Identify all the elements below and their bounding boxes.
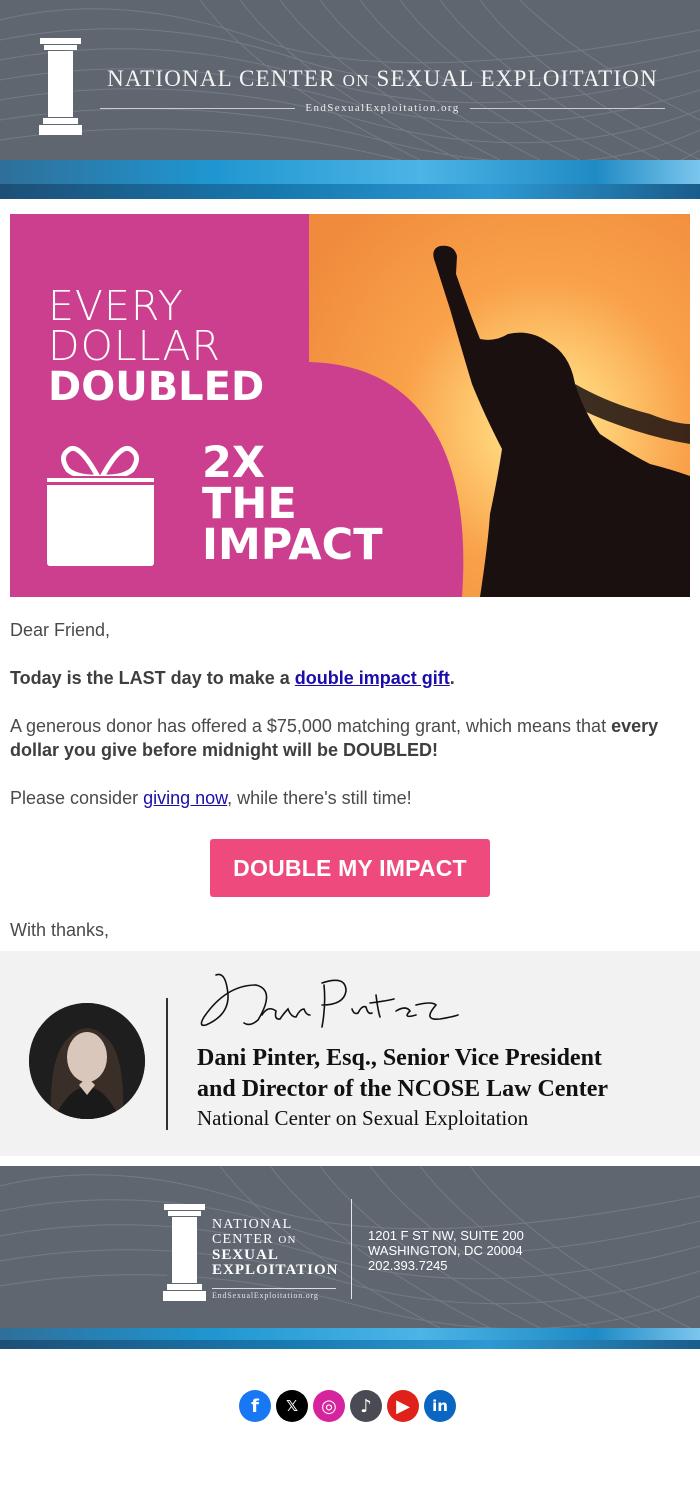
org-title: NATIONAL CENTER ON SEXUAL EXPLOITATION [100,66,665,92]
signatory-title: Dani Pinter, Esq., Senior Vice President… [197,1043,697,1105]
divider [166,998,168,1130]
email-header: NATIONAL CENTER ON SEXUAL EXPLOITATION E… [0,0,700,199]
signatory-organization: National Center on Sexual Exploitation [197,1106,529,1130]
greeting: Dear Friend, [10,620,111,640]
address-line1: 1201 F ST NW, SUITE 200 [368,1228,524,1243]
x-icon[interactable]: 𝕏 [276,1390,308,1422]
divider [469,107,666,109]
footer-org-line1: NATIONAL [212,1217,293,1232]
footer-org-line2: CENTER [212,1232,274,1247]
org-name-part1: NATIONAL CENTER [107,66,336,91]
punctuation: ! [432,740,439,760]
footer-org-name: NATIONAL CENTER ON SEXUAL EXPLOITATION [212,1217,338,1278]
email-footer: NATIONAL CENTER ON SEXUAL EXPLOITATION E… [0,1166,700,1349]
pillar-icon [39,38,82,135]
footer-org-line3: SEXUAL [212,1247,279,1263]
address-line2: WASHINGTON, DC 20004 [368,1243,523,1258]
matching-grant-text: A generous donor has offered a $75,000 m… [10,716,612,736]
divider [351,1199,352,1299]
social-links: f 𝕏 ◎ ♪ ▶ in [239,1390,456,1422]
still-time-text: , while there's still time! [227,788,412,808]
divider [100,107,296,109]
footer-website: EndSexualExploitation.org [212,1288,336,1300]
signatory-title-line1: Dani Pinter, Esq., Senior Vice President [197,1045,602,1071]
hero-headline-line1: EVERY [48,282,184,330]
handwritten-signature [200,973,459,1028]
youtube-icon[interactable]: ▶ [387,1390,419,1422]
double-impact-gift-link[interactable]: double impact gift [295,668,450,688]
last-day-text: Today is the LAST day to make a [10,668,295,688]
hero-headline-line3: DOUBLED [48,364,265,410]
instagram-icon[interactable]: ◎ [313,1390,345,1422]
linkedin-icon[interactable]: in [424,1390,456,1422]
signature-block: Dani Pinter, Esq., Senior Vice President… [0,951,700,1156]
footer-org-line4: EXPLOITATION [212,1262,339,1278]
phone-number: 202.393.7245 [368,1258,448,1273]
paragraph-last-day: Today is the LAST day to make a double i… [10,666,690,690]
hero-headline-line2: DOLLAR [48,322,222,370]
avatar [29,1003,145,1119]
footer-address: 1201 F ST NW, SUITE 200 WASHINGTON, DC 2… [368,1228,524,1273]
footer-org-on: ON [278,1234,297,1246]
org-name-part2: SEXUAL EXPLOITATION [376,66,658,91]
paragraph-matching-grant: A generous donor has offered a $75,000 m… [10,714,690,762]
org-website-row: EndSexualExploitation.org [100,100,666,116]
pillar-icon [163,1204,206,1301]
punctuation: . [449,668,455,688]
facebook-icon[interactable]: f [239,1390,271,1422]
signatory-title-line2: and Director of the NCOSE Law Center [197,1076,609,1102]
hero-impact-line3: IMPACT [202,520,383,570]
consider-text: Please consider [10,788,144,808]
org-name-on: ON [342,71,370,90]
giving-now-link[interactable]: giving now [143,788,227,808]
closing: With thanks, [10,920,110,940]
paragraph-giving-now: Please consider giving now, while there'… [10,786,690,810]
footer-background-pattern [0,1166,700,1328]
footer-blue-band [0,1328,700,1349]
org-website: EndSexualExploitation.org [305,102,460,114]
hero-banner[interactable]: EVERY DOLLAR DOUBLED 2X THE IMPACT [10,214,690,597]
double-my-impact-button[interactable]: DOUBLE MY IMPACT [210,839,490,897]
tiktok-icon[interactable]: ♪ [350,1390,382,1422]
header-blue-band [0,160,700,199]
